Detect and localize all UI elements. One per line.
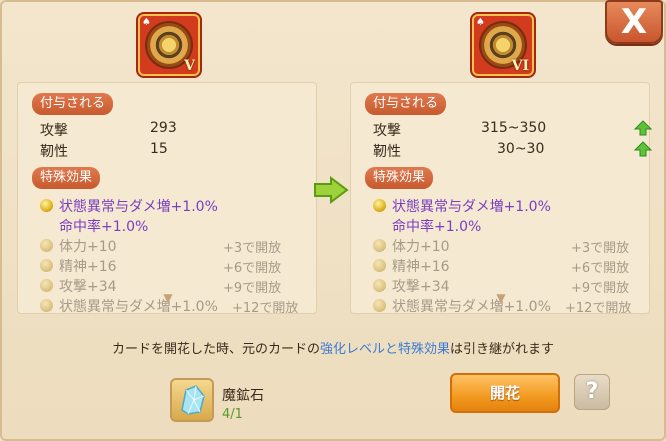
- help-button[interactable]: ?: [574, 374, 610, 410]
- coin-icon: [40, 199, 53, 212]
- effect-item: 状態異常与ダメ増+1.0%: [373, 296, 551, 313]
- effect-item: 状態異常与ダメ増+1.0%: [373, 196, 551, 216]
- close-button[interactable]: X: [605, 0, 663, 44]
- effect-item: 命中率+1.0%: [59, 219, 149, 235]
- bloom-button[interactable]: 開花: [450, 373, 560, 413]
- card-corner-icon: ♠: [476, 17, 485, 28]
- current-card-panel[interactable]: 付与される 攻撃 293 靭性 15 特殊効果 状態異常与ダメ増+1.0% 命中…: [17, 82, 317, 314]
- stat-name: 攻撃: [373, 123, 401, 139]
- card-after-icon: ♠ VI: [472, 14, 534, 76]
- stat-value: 15: [150, 141, 168, 157]
- card-before-icon: ♠ V: [138, 14, 200, 76]
- unlock-condition: +12で開放: [232, 301, 299, 313]
- notice-text: カードを開花した時、元のカードの: [111, 342, 320, 357]
- effect-item: 状態異常与ダメ増+1.0%: [40, 196, 218, 216]
- stat-value: 293: [150, 120, 177, 136]
- unlock-condition: +6で開放: [571, 261, 630, 276]
- coin-icon: [373, 259, 386, 272]
- effect-item: 命中率+1.0%: [392, 219, 482, 235]
- coin-icon: [40, 239, 53, 252]
- notice-highlight: 強化レベルと特殊効果: [319, 342, 450, 357]
- card-corner-icon: ♠: [142, 17, 151, 28]
- stat-name: 攻撃: [40, 123, 68, 139]
- card-rank: V: [184, 58, 195, 74]
- special-effect-label: 特殊効果: [32, 167, 101, 189]
- coin-icon: [373, 279, 386, 292]
- effect-item: 精神+16: [40, 256, 117, 276]
- bloomed-card-panel[interactable]: 付与される 攻撃 315~350 靭性 30~30 特殊効果 状態異常与ダメ増+…: [350, 82, 653, 314]
- effect-item: 攻撃+34: [373, 276, 450, 296]
- unlock-condition: +6で開放: [223, 261, 282, 276]
- unlock-condition: +3で開放: [223, 241, 282, 256]
- coin-icon: [373, 299, 386, 312]
- notice-text: は引き継がれます: [450, 342, 555, 357]
- stat-up-icon: [633, 120, 653, 136]
- special-effect-label: 特殊効果: [365, 167, 434, 189]
- unlock-condition: +3で開放: [571, 241, 630, 256]
- stat-value: 30~30: [497, 141, 545, 157]
- coin-icon: [373, 199, 386, 212]
- material-count: 4/1: [222, 407, 243, 422]
- stat-value: 315~350: [481, 120, 547, 136]
- arrow-right-icon: [313, 176, 349, 204]
- coin-icon: [40, 279, 53, 292]
- material-name: 魔鉱石: [222, 388, 264, 404]
- effect-item: 体力+10: [40, 236, 117, 256]
- unlock-condition: +12で開放: [565, 301, 632, 313]
- effect-item: 体力+10: [373, 236, 450, 256]
- inherit-notice: カードを開花した時、元のカードの強化レベルと特殊効果は引き継がれます: [0, 338, 666, 357]
- stat-up-icon: [633, 141, 653, 157]
- coin-icon: [40, 259, 53, 272]
- grant-label: 付与される: [32, 93, 114, 115]
- effect-item: 攻撃+34: [40, 276, 117, 296]
- ore-icon[interactable]: [170, 378, 214, 422]
- grant-label: 付与される: [365, 93, 447, 115]
- card-rank: VI: [511, 58, 529, 74]
- stat-name: 靭性: [373, 144, 401, 160]
- effect-item: 状態異常与ダメ増+1.0%: [40, 296, 218, 313]
- scroll-down-icon[interactable]: ▼: [488, 291, 514, 305]
- stat-name: 靭性: [40, 144, 68, 160]
- scroll-down-icon[interactable]: ▼: [155, 291, 181, 305]
- coin-icon: [40, 299, 53, 312]
- coin-icon: [373, 239, 386, 252]
- effect-item: 精神+16: [373, 256, 450, 276]
